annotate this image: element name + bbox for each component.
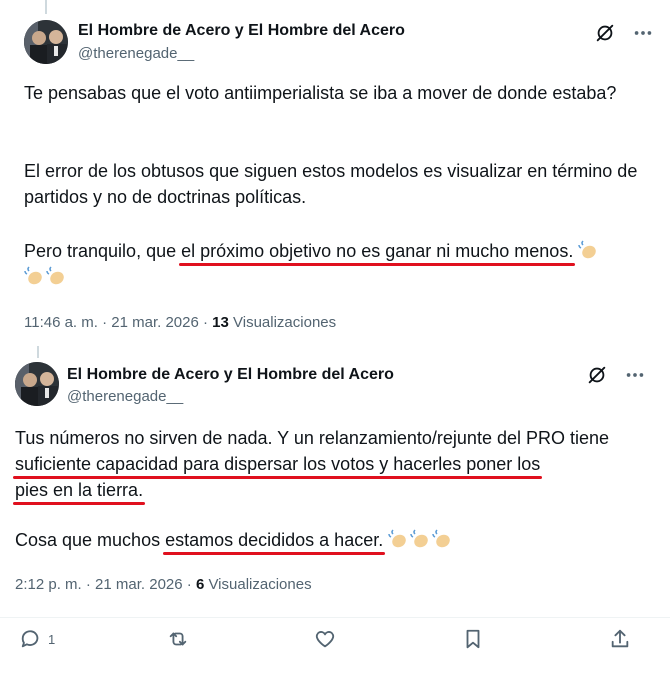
bookmark-icon: [466, 629, 480, 649]
reply-icon: [21, 630, 39, 648]
clapping-hands-icon: [24, 265, 46, 287]
clapping-hands-icon: [432, 528, 454, 550]
clapping-hands-icon: [388, 528, 410, 550]
tweet-text-p2: El error de los obtusos que siguen estos…: [24, 161, 638, 207]
timestamp[interactable]: 11:46 a. m. · 21 mar. 2026 ·: [24, 314, 212, 331]
retweet-button[interactable]: [166, 628, 190, 650]
tweet-top-actions: [586, 364, 646, 386]
tweet-top-actions: [594, 22, 654, 44]
underlined-phrase-1: suficiente capacidad para dispersar los …: [15, 454, 541, 474]
tweet-text-p2-pre: Cosa que muchos: [15, 530, 166, 550]
views-label: Visualizaciones: [204, 576, 312, 593]
author-handle[interactable]: @therenegade__: [67, 388, 183, 405]
retweet-icon: [169, 632, 187, 646]
tweet-meta: 11:46 a. m. · 21 mar. 2026 · 13 Visualiz…: [24, 314, 336, 331]
views-label: Visualizaciones: [228, 314, 337, 331]
underlined-phrase-2: pies en la tierra.: [15, 480, 144, 500]
clapping-hands-icon: [578, 239, 600, 261]
author-name[interactable]: El Hombre de Acero y El Hombre del Acero: [78, 22, 405, 40]
avatar[interactable]: [24, 20, 68, 64]
tweet-text-p3: Pero tranquilo, que el próximo objetivo …: [24, 238, 654, 290]
underlined-phrase: el próximo objetivo no es ganar ni mucho…: [181, 241, 574, 261]
author-handle[interactable]: @therenegade__: [78, 45, 194, 62]
timestamp[interactable]: 2:12 p. m. · 21 mar. 2026 ·: [15, 576, 196, 593]
bookmark-button[interactable]: [462, 628, 484, 650]
underlined-phrase: estamos decididos a hacer.: [165, 530, 384, 550]
clapping-hands-icon: [46, 265, 68, 287]
tweet-action-bar: 1: [0, 617, 670, 668]
reply-count: 1: [48, 631, 56, 647]
tweet-2[interactable]: El Hombre de Acero y El Hombre del Acero…: [0, 356, 670, 616]
share-icon: [611, 629, 629, 648]
reply-button[interactable]: 1: [20, 628, 55, 650]
views-count: 13: [212, 314, 229, 331]
tweet-meta: 2:12 p. m. · 21 mar. 2026 · 6 Visualizac…: [15, 576, 312, 593]
share-button[interactable]: [609, 628, 631, 650]
like-icon: [315, 631, 335, 648]
clapping-hands-icon: [410, 528, 432, 550]
author-name[interactable]: El Hombre de Acero y El Hombre del Acero: [67, 366, 394, 384]
grok-icon[interactable]: [586, 364, 608, 386]
tweet-text-p3-pre: Pero tranquilo, que: [24, 241, 182, 261]
tweet-text-p1: Te pensabas que el voto antiimperialista…: [24, 83, 617, 103]
more-icon[interactable]: [632, 22, 654, 44]
tweet-text-p2: Cosa que muchos estamos decididos a hace…: [15, 527, 660, 553]
like-button[interactable]: [314, 628, 336, 650]
tweet-text-p1-pre: Tus números no sirven de nada. Y un rela…: [15, 428, 610, 448]
more-icon[interactable]: [624, 364, 646, 386]
tweet-1[interactable]: El Hombre de Acero y El Hombre del Acero…: [0, 0, 670, 340]
tweet-text-p1: Tus números no sirven de nada. Y un rela…: [15, 425, 660, 503]
avatar[interactable]: [15, 362, 59, 406]
grok-icon[interactable]: [594, 22, 616, 44]
